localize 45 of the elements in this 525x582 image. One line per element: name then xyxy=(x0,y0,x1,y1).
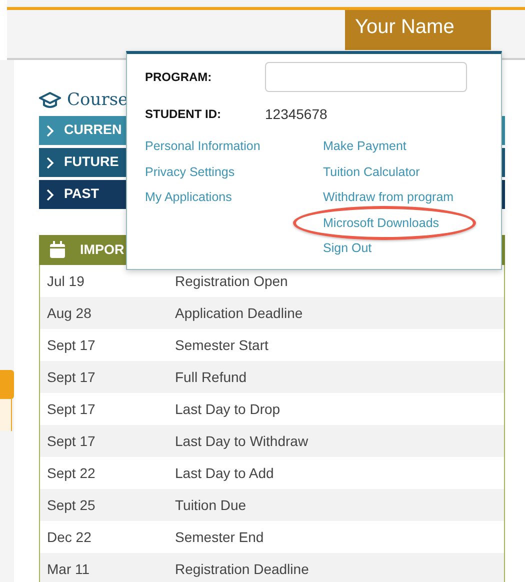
menu-link[interactable]: Privacy Settings xyxy=(145,162,235,180)
date-cell-text: Sept 17 xyxy=(46,368,96,387)
menu-link[interactable]: Make Payment xyxy=(323,137,406,155)
chevron-right-icon xyxy=(46,188,54,200)
user-name-button[interactable]: Your Name xyxy=(345,10,491,50)
date-cell-text: Sept 25 xyxy=(46,496,96,515)
menu-link[interactable]: Sign Out xyxy=(323,239,372,257)
program-label: PROGRAM: xyxy=(145,69,213,86)
event-cell-text: Tuition Due xyxy=(175,496,246,514)
program-field[interactable] xyxy=(265,62,467,92)
event-cell-text: Last Day to Add xyxy=(175,464,274,483)
section-label: FUTURE xyxy=(64,153,119,172)
event-cell-text: Last Day to Withdraw xyxy=(175,432,308,451)
chevron-right-icon xyxy=(46,124,54,136)
section-label: CURREN xyxy=(64,121,122,140)
side-panel xyxy=(0,399,12,431)
calendar-icon xyxy=(49,241,66,259)
date-cell-text: Sept 17 xyxy=(46,400,96,419)
event-cell-text: Semester End xyxy=(175,528,264,546)
menu-link[interactable]: Microsoft Downloads xyxy=(293,206,476,240)
date-cell-text: Mar 11 xyxy=(46,560,91,578)
menu-link[interactable]: My Applications xyxy=(145,188,232,206)
student-id-value: 12345678 xyxy=(265,104,328,124)
menu-link[interactable]: Personal Information xyxy=(145,137,260,155)
student-id-label: STUDENT ID: xyxy=(145,106,222,123)
menu-link[interactable]: Tuition Calculator xyxy=(323,162,420,180)
date-cell-text: Aug 28 xyxy=(46,304,92,323)
date-cell-text: Sept 22 xyxy=(46,464,96,483)
date-cell-text: Sept 17 xyxy=(46,432,96,451)
event-cell-text: Last Day to Drop xyxy=(175,400,280,419)
courses-heading: Course xyxy=(67,89,128,112)
menu-link[interactable]: Withdraw from program xyxy=(323,188,454,206)
event-cell-text: Application Deadline xyxy=(175,304,303,323)
event-cell-text: Registration Deadline xyxy=(175,560,309,579)
date-cell-text: Jul 19 xyxy=(46,272,86,290)
section-label: PAST xyxy=(64,185,100,204)
event-cell-text: Registration Open xyxy=(175,272,288,291)
date-cell-text: Dec 22 xyxy=(46,528,92,546)
dates-heading: IMPOR xyxy=(80,240,124,259)
event-cell-text: Semester Start xyxy=(175,336,268,354)
chevron-right-icon xyxy=(46,156,54,168)
date-cell-text: Sept 17 xyxy=(46,336,96,355)
event-cell-text: Full Refund xyxy=(175,368,247,386)
side-tab[interactable] xyxy=(0,370,14,399)
graduation-cap-icon xyxy=(39,92,61,110)
